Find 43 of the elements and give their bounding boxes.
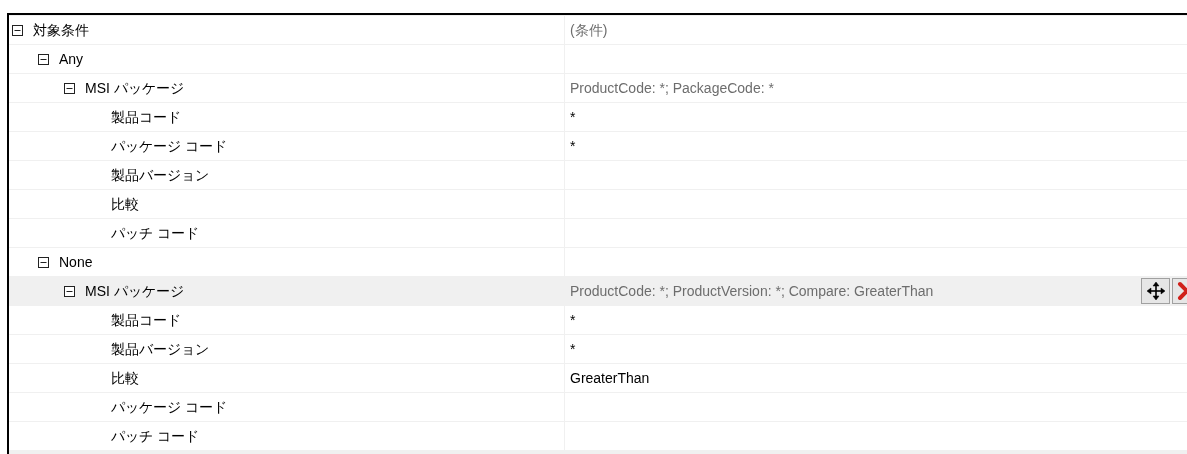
collapse-icon[interactable] — [64, 285, 75, 297]
property-name: 対象条件 — [33, 20, 89, 40]
property-name: 比較 — [111, 194, 139, 214]
collapse-icon[interactable] — [38, 53, 49, 65]
property-name: パッケージ コード — [111, 136, 227, 156]
grid-row[interactable]: パッチ コード — [9, 422, 1187, 451]
grid-row[interactable]: 比較 — [9, 190, 1187, 219]
grid-row[interactable]: 製品コード * — [9, 103, 1187, 132]
grid-row[interactable]: MSI パッケージ ProductCode: *; PackageCode: * — [9, 74, 1187, 103]
collapse-icon[interactable] — [12, 24, 23, 36]
property-name: MSI パッケージ — [85, 281, 184, 301]
property-value: * — [570, 107, 576, 127]
property-name: 製品バージョン — [111, 165, 209, 185]
property-name: 比較 — [111, 368, 139, 388]
property-name: 製品コード — [111, 107, 181, 127]
property-value: (条件) — [570, 20, 608, 40]
property-value: * — [570, 339, 576, 359]
property-name: 製品コード — [111, 310, 181, 330]
grid-row[interactable]: 対象条件 (条件) — [9, 16, 1187, 45]
property-value: ProductCode: *; ProductVersion: *; Compare: GreaterThan — [570, 281, 934, 301]
property-name: Any — [59, 49, 84, 69]
property-name: パッケージ コード — [111, 397, 227, 417]
property-value: ProductCode: *; PackageCode: * — [570, 78, 774, 98]
collapse-icon[interactable] — [38, 256, 49, 268]
collapse-icon[interactable] — [64, 82, 75, 94]
property-name: パッチ コード — [111, 426, 199, 446]
property-value: * — [570, 310, 576, 330]
grid-row[interactable]: パッケージ コード — [9, 393, 1187, 422]
property-value: * — [570, 136, 576, 156]
property-name: MSI パッケージ — [85, 78, 184, 98]
grid-row[interactable]: 製品バージョン * — [9, 335, 1187, 364]
grid-row[interactable]: パッチ コード — [9, 219, 1187, 248]
grid-row[interactable]: None — [9, 248, 1187, 277]
move-button[interactable] — [1141, 278, 1170, 304]
property-name: None — [59, 252, 93, 272]
grid-row[interactable]: 製品バージョン — [9, 161, 1187, 190]
grid-row[interactable]: 比較 GreaterThan — [9, 364, 1187, 393]
grid-row[interactable]: Any — [9, 45, 1187, 74]
grid-row[interactable]: 製品コード * — [9, 306, 1187, 335]
property-value: GreaterThan — [570, 368, 650, 388]
property-name: パッチ コード — [111, 223, 199, 243]
grid-row[interactable]: パッケージ コード * — [9, 132, 1187, 161]
property-name: 製品バージョン — [111, 339, 209, 359]
